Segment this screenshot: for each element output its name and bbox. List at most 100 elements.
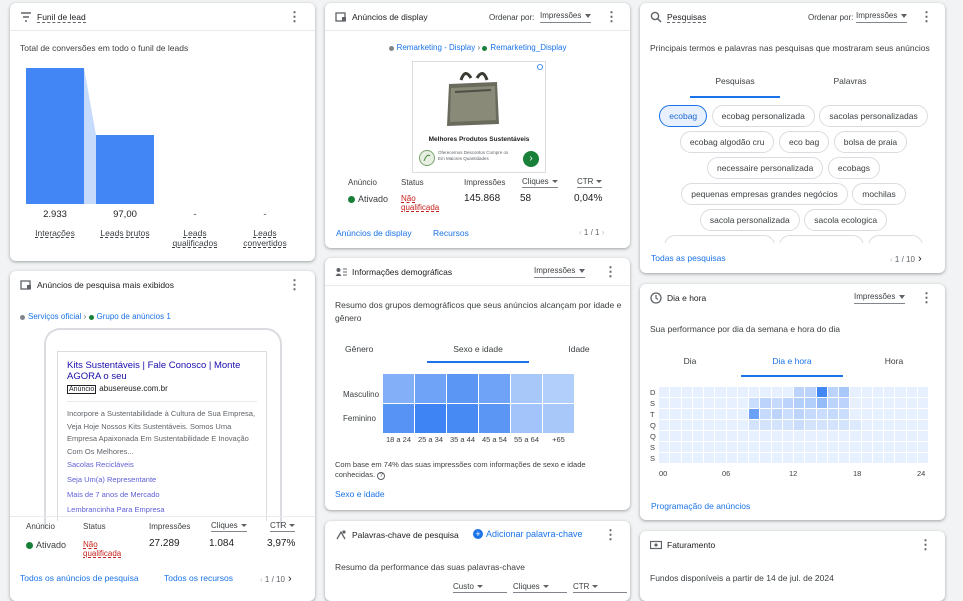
heatmap-cell[interactable] xyxy=(737,442,748,452)
heatmap-cell[interactable] xyxy=(771,453,782,463)
heatmap-cell[interactable] xyxy=(681,387,692,397)
heatmap-cell[interactable] xyxy=(726,442,737,452)
sort-dropdown[interactable]: Impressões xyxy=(540,11,592,23)
search-term-chip[interactable]: ecobags xyxy=(827,157,881,179)
heatmap-cell[interactable] xyxy=(726,409,737,419)
heatmap-cell[interactable] xyxy=(715,442,726,452)
search-term-chip[interactable]: sacola personalizada xyxy=(699,209,800,231)
heatmap-cell[interactable] xyxy=(715,431,726,441)
heatmap-cell[interactable] xyxy=(794,409,805,419)
heatmap-cell[interactable] xyxy=(906,398,917,408)
chevron-right-icon[interactable]: › xyxy=(285,573,292,585)
heatmap-cell[interactable] xyxy=(659,420,670,430)
heatmap-cell[interactable] xyxy=(850,442,861,452)
all-assets-link[interactable]: Todos os recursos xyxy=(164,573,233,583)
heatmap-cell[interactable] xyxy=(726,431,737,441)
heatmap-cell[interactable] xyxy=(872,431,883,441)
heatmap-cell[interactable] xyxy=(917,431,928,441)
heatmap-cell[interactable] xyxy=(827,409,838,419)
more-options-icon[interactable]: ⋮ xyxy=(604,264,617,280)
heatmap-cell[interactable] xyxy=(704,431,715,441)
heatmap-cell[interactable] xyxy=(670,442,681,452)
heatmap-cell[interactable] xyxy=(737,409,748,419)
sitelink[interactable]: Sacolas Recicláveis xyxy=(67,460,257,469)
heatmap-cell[interactable] xyxy=(917,409,928,419)
heatmap-cell[interactable] xyxy=(884,420,895,430)
heatmap-cell[interactable] xyxy=(659,387,670,397)
chevron-right-icon[interactable]: › xyxy=(915,253,922,265)
heatmap-cell[interactable] xyxy=(906,431,917,441)
heatmap-cell[interactable] xyxy=(794,453,805,463)
more-options-icon[interactable]: ⋮ xyxy=(288,9,301,25)
search-term-chip[interactable]: sacola ecologica xyxy=(804,209,888,231)
heatmap-cell[interactable] xyxy=(749,431,760,441)
column-header-clicks[interactable]: Cliques xyxy=(211,521,247,532)
card-title[interactable]: Funil de lead xyxy=(37,12,86,23)
chevron-right-icon[interactable]: › xyxy=(599,228,605,237)
heatmap-cell[interactable] xyxy=(681,453,692,463)
more-options-icon[interactable]: ⋮ xyxy=(604,527,617,543)
heatmap-cell[interactable] xyxy=(737,420,748,430)
heatmap-cell[interactable] xyxy=(895,398,906,408)
metric-dropdown-clicks[interactable]: Cliques xyxy=(513,582,567,593)
policy-status[interactable]: Não qualificada xyxy=(401,194,451,212)
heatmap-cell[interactable] xyxy=(760,387,771,397)
heatmap-cell[interactable] xyxy=(827,420,838,430)
heatmap-cell[interactable] xyxy=(839,431,850,441)
heatmap-cell[interactable] xyxy=(816,431,827,441)
more-options-icon[interactable]: ⋮ xyxy=(920,9,933,25)
tab-searches[interactable]: Pesquisas xyxy=(690,76,780,86)
heatmap-cell[interactable] xyxy=(794,431,805,441)
heatmap-cell[interactable] xyxy=(895,431,906,441)
heatmap-cell[interactable] xyxy=(383,374,414,403)
heatmap-cell[interactable] xyxy=(782,453,793,463)
heatmap-cell[interactable] xyxy=(543,374,574,403)
heatmap-cell[interactable] xyxy=(816,420,827,430)
heatmap-cell[interactable] xyxy=(782,431,793,441)
heatmap-cell[interactable] xyxy=(861,431,872,441)
heatmap-cell[interactable] xyxy=(861,398,872,408)
heatmap-cell[interactable] xyxy=(749,409,760,419)
heatmap-cell[interactable] xyxy=(771,442,782,452)
assets-link[interactable]: Recursos xyxy=(433,228,469,238)
heatmap-cell[interactable] xyxy=(737,387,748,397)
tab-gender-age[interactable]: Sexo e idade xyxy=(427,344,529,354)
heatmap-cell[interactable] xyxy=(749,442,760,452)
tab-age[interactable]: Idade xyxy=(553,344,605,354)
arrow-right-icon[interactable]: › xyxy=(523,151,539,167)
heatmap-cell[interactable] xyxy=(872,442,883,452)
tab-gender[interactable]: Gênero xyxy=(345,344,373,354)
ad-preview[interactable]: Kits Sustentáveis | Fale Conosco | Monte… xyxy=(57,351,267,521)
sitelink[interactable]: Lembrancinha Para Empresa xyxy=(67,505,257,514)
heatmap-cell[interactable] xyxy=(771,398,782,408)
heatmap-cell[interactable] xyxy=(839,387,850,397)
heatmap-cell[interactable] xyxy=(659,453,670,463)
heatmap-cell[interactable] xyxy=(861,453,872,463)
heatmap-cell[interactable] xyxy=(861,442,872,452)
heatmap-cell[interactable] xyxy=(715,420,726,430)
help-icon[interactable]: ? xyxy=(377,472,386,480)
heatmap-cell[interactable] xyxy=(827,387,838,397)
heatmap-cell[interactable] xyxy=(794,387,805,397)
heatmap-cell[interactable] xyxy=(850,387,861,397)
search-term-chip[interactable]: sacola retornavel xyxy=(779,235,864,243)
heatmap-cell[interactable] xyxy=(805,409,816,419)
heatmap-cell[interactable] xyxy=(782,442,793,452)
heatmap-cell[interactable] xyxy=(415,374,446,403)
heatmap-cell[interactable] xyxy=(511,374,542,403)
metric-dropdown-ctr[interactable]: CTR xyxy=(573,582,627,593)
heatmap-cell[interactable] xyxy=(917,398,928,408)
heatmap-cell[interactable] xyxy=(906,442,917,452)
ad-schedule-link[interactable]: Programação de anúncios xyxy=(651,501,750,511)
heatmap-cell[interactable] xyxy=(906,387,917,397)
ad-headline[interactable]: Kits Sustentáveis | Fale Conosco | Monte… xyxy=(67,360,257,382)
add-keyword-button[interactable]: + Adicionar palavra-chave xyxy=(473,529,583,539)
sort-dropdown[interactable]: Impressões xyxy=(856,11,908,23)
more-options-icon[interactable]: ⋮ xyxy=(920,290,933,306)
sort-dropdown[interactable]: Impressões xyxy=(854,292,906,304)
search-term-chip[interactable]: sacolas personalizadas xyxy=(819,105,928,127)
heatmap-cell[interactable] xyxy=(872,387,883,397)
heatmap-cell[interactable] xyxy=(794,420,805,430)
heatmap-cell[interactable] xyxy=(726,453,737,463)
heatmap-cell[interactable] xyxy=(415,404,446,433)
